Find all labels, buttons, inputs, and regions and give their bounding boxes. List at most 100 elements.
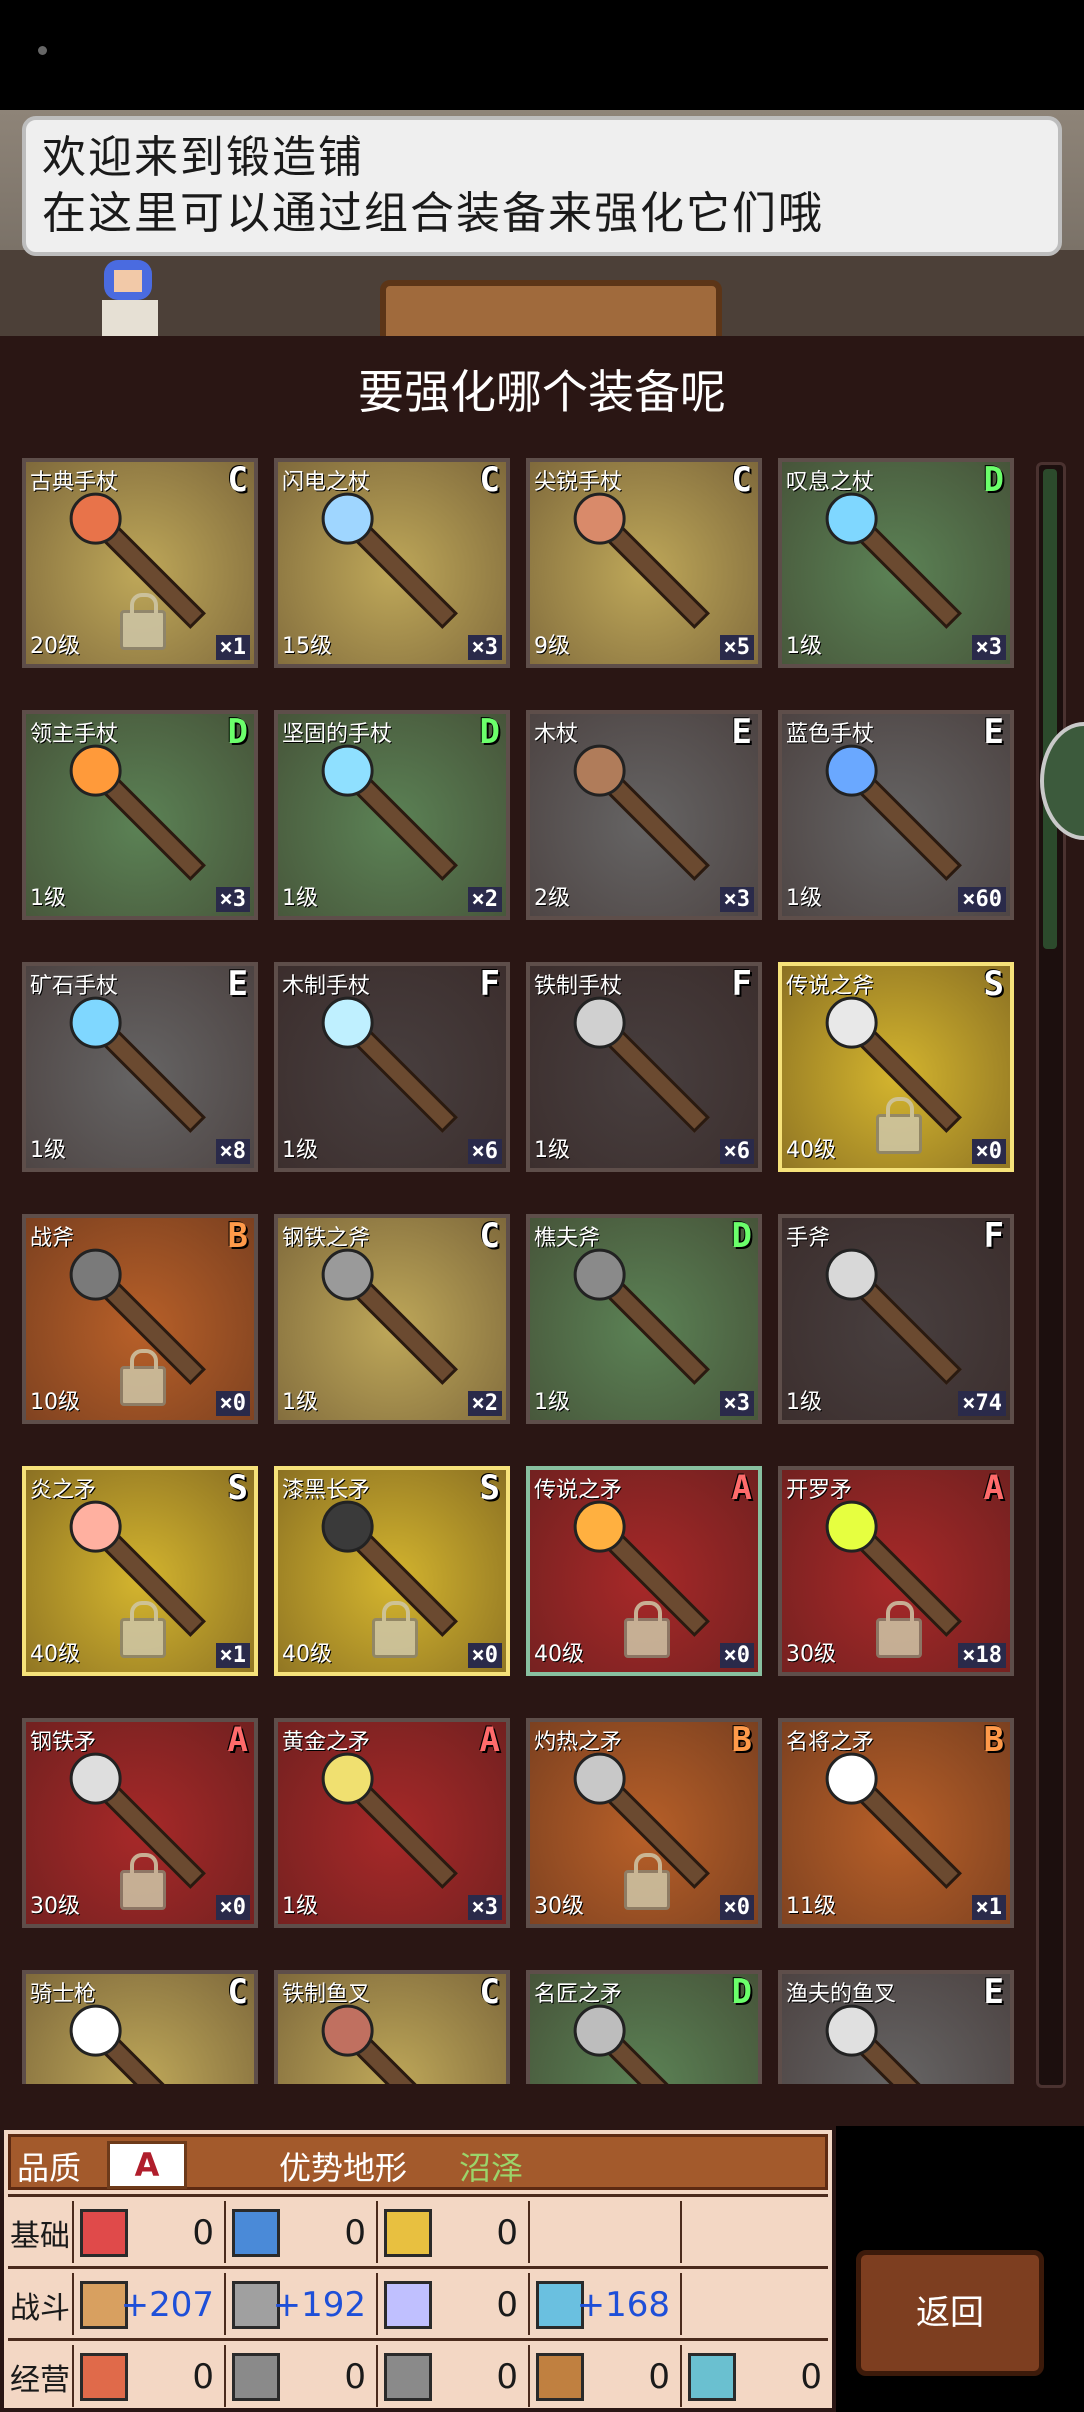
- equipment-card[interactable]: 渔夫的鱼叉 E: [778, 1970, 1014, 2084]
- weapon-icon: [562, 985, 710, 1133]
- grade-badge: B: [983, 1720, 1004, 1760]
- stats-row: 战斗 +207 +192 0 +168: [8, 2266, 828, 2339]
- item-name: 木制手杖: [282, 974, 371, 999]
- equipment-card[interactable]: 古典手杖 C 20级 ×1: [22, 458, 258, 668]
- stat-cell: +192: [224, 2273, 374, 2335]
- grade-badge: C: [227, 1972, 248, 2012]
- scroll-thumb[interactable]: [1043, 469, 1057, 949]
- weapon-icon: [58, 1993, 206, 2084]
- grade-badge: B: [227, 1216, 248, 1256]
- weapon-icon: [814, 733, 962, 881]
- item-count: ×0: [215, 1895, 250, 1920]
- equipment-card[interactable]: 钢铁之斧 C 1级 ×2: [274, 1214, 510, 1424]
- item-count: ×3: [467, 1895, 502, 1920]
- equipment-card[interactable]: 开罗矛 A 30级 ×18: [778, 1466, 1014, 1676]
- equipment-card[interactable]: 灼热之矛 B 30级 ×0: [526, 1718, 762, 1928]
- item-name: 渔夫的鱼叉: [786, 1982, 897, 2007]
- weapon-icon: [310, 1993, 458, 2084]
- weapon-icon: [814, 1741, 962, 1889]
- equipment-card[interactable]: 战斧 B 10级 ×0: [22, 1214, 258, 1424]
- grade-badge: A: [731, 1468, 752, 1508]
- shovel-icon: [384, 2353, 432, 2401]
- stat-cell: 0: [680, 2345, 830, 2407]
- scrollbar[interactable]: [1036, 462, 1066, 2088]
- item-count: ×3: [719, 887, 754, 912]
- item-level: 1级: [30, 1138, 66, 1163]
- weapon-icon: [58, 985, 206, 1133]
- weapon-icon: [310, 1237, 458, 1385]
- item-level: 1级: [786, 886, 822, 911]
- item-level: 1级: [282, 886, 318, 911]
- grade-badge: A: [479, 1720, 500, 1760]
- equipment-card[interactable]: 蓝色手杖 E 1级 ×60: [778, 710, 1014, 920]
- stats-row-label: 经营: [10, 2363, 70, 2398]
- item-level: 10级: [30, 1390, 80, 1415]
- item-name: 叹息之杖: [786, 470, 875, 495]
- item-count: ×8: [215, 1139, 250, 1164]
- potion-icon: [232, 2209, 280, 2257]
- equipment-card[interactable]: 铁制手杖 F 1级 ×6: [526, 962, 762, 1172]
- item-level: 40级: [30, 1642, 80, 1667]
- chest-icon: [536, 2353, 584, 2401]
- item-count: ×1: [215, 635, 250, 660]
- weapon-icon: [814, 1993, 962, 2084]
- equipment-card[interactable]: 黄金之矛 A 1级 ×3: [274, 1718, 510, 1928]
- equipment-card[interactable]: 闪电之杖 C 15级 ×3: [274, 458, 510, 668]
- item-name: 名将之矛: [786, 1730, 875, 1755]
- stat-cell: [680, 2273, 830, 2335]
- equipment-card[interactable]: 名匠之矛 D: [526, 1970, 762, 2084]
- item-name: 钢铁矛: [30, 1730, 97, 1755]
- equipment-card[interactable]: 尖锐手杖 C 9级 ×5: [526, 458, 762, 668]
- equipment-card[interactable]: 木杖 E 2级 ×3: [526, 710, 762, 920]
- equipment-card[interactable]: 樵夫斧 D 1级 ×3: [526, 1214, 762, 1424]
- item-count: ×0: [971, 1139, 1006, 1164]
- stat-value: 0: [496, 2213, 518, 2253]
- grade-badge: S: [983, 964, 1004, 1004]
- stat-value: 0: [192, 2357, 214, 2397]
- item-name: 传说之矛: [534, 1478, 623, 1503]
- weapon-icon: [310, 985, 458, 1133]
- grade-badge: S: [479, 1468, 500, 1508]
- item-name: 闪电之杖: [282, 470, 371, 495]
- lock-icon: [120, 1349, 166, 1406]
- dialog-line: 欢迎来到锻造铺: [42, 132, 364, 183]
- stat-value: 0: [496, 2285, 518, 2325]
- equipment-grid[interactable]: 古典手杖 C 20级 ×1 闪电之杖 C 15级 ×3 尖锐手杖 C 9级 ×5 叹息之杖 D 1级 ×3 领主…: [0, 454, 1040, 2084]
- lock-icon: [624, 1601, 670, 1658]
- equipment-card[interactable]: 领主手杖 D 1级 ×3: [22, 710, 258, 920]
- back-button[interactable]: 返回: [856, 2250, 1044, 2376]
- equipment-card[interactable]: 传说之斧 S 40级 ×0: [778, 962, 1014, 1172]
- item-name: 木杖: [534, 722, 579, 747]
- equipment-card[interactable]: 骑士枪 C: [22, 1970, 258, 2084]
- item-count: ×0: [215, 1391, 250, 1416]
- equipment-card[interactable]: 炎之矛 S 40级 ×1: [22, 1466, 258, 1676]
- weapon-icon: [814, 481, 962, 629]
- equipment-card[interactable]: 钢铁矛 A 30级 ×0: [22, 1718, 258, 1928]
- item-level: 30级: [30, 1894, 80, 1919]
- equipment-card[interactable]: 坚固的手杖 D 1级 ×2: [274, 710, 510, 920]
- stats-row-label: 基础: [10, 2219, 70, 2254]
- equipment-panel: 要强化哪个装备呢 古典手杖 C 20级 ×1 闪电之杖 C 15级 ×3 尖锐手杖 C 9级 ×5 叹息…: [0, 336, 1084, 2126]
- lock-icon: [120, 593, 166, 650]
- item-level: 1级: [30, 886, 66, 911]
- weapon-icon: [562, 1993, 710, 2084]
- grade-badge: D: [983, 460, 1004, 500]
- equipment-card[interactable]: 木制手杖 F 1级 ×6: [274, 962, 510, 1172]
- item-count: ×0: [719, 1643, 754, 1668]
- equipment-card[interactable]: 漆黑长矛 S 40级 ×0: [274, 1466, 510, 1676]
- item-level: 30级: [786, 1642, 836, 1667]
- equipment-card[interactable]: 传说之矛 A 40级 ×0: [526, 1466, 762, 1676]
- equipment-card[interactable]: 铁制鱼叉 C: [274, 1970, 510, 2084]
- item-name: 名匠之矛: [534, 1982, 623, 2007]
- equipment-card[interactable]: 叹息之杖 D 1级 ×3: [778, 458, 1014, 668]
- equipment-card[interactable]: 矿石手杖 E 1级 ×8: [22, 962, 258, 1172]
- equipment-card[interactable]: 名将之矛 B 11级 ×1: [778, 1718, 1014, 1928]
- item-name: 钢铁之斧: [282, 1226, 371, 1251]
- stat-cell: 0: [224, 2201, 374, 2263]
- equipment-card[interactable]: 手斧 F 1级 ×74: [778, 1214, 1014, 1424]
- stat-cell: 0: [72, 2345, 222, 2407]
- heart-icon: [80, 2209, 128, 2257]
- stat-value: +207: [120, 2285, 214, 2325]
- item-name: 矿石手杖: [30, 974, 119, 999]
- item-count: ×5: [719, 635, 754, 660]
